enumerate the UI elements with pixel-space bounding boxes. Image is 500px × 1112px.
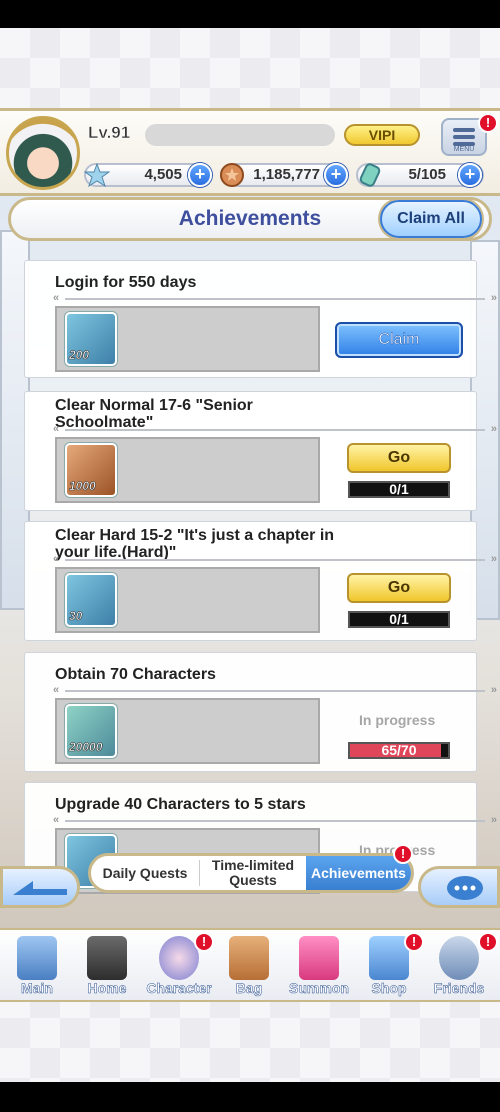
- reward-quantity: 200: [69, 348, 90, 363]
- add-gems-button[interactable]: +: [188, 163, 212, 187]
- reward-quantity: 30: [69, 609, 83, 624]
- nav-label: Shop: [371, 980, 407, 997]
- divider: «»: [53, 292, 497, 304]
- divider: «»: [53, 553, 497, 565]
- player-avatar[interactable]: [6, 116, 80, 190]
- nav-label: Character: [146, 980, 212, 997]
- player-level: Lv.91: [88, 123, 131, 143]
- navigation-bar: [0, 1082, 500, 1112]
- laptop-icon: [87, 936, 127, 980]
- go-button[interactable]: Go: [347, 443, 451, 473]
- quest-card: Clear Hard 15-2 "It's just a chapter in …: [24, 521, 497, 641]
- stamina-value: 5/105: [408, 166, 446, 183]
- menu-alert-badge: !: [478, 113, 498, 133]
- progress-bar: 0/1: [348, 611, 450, 628]
- shop-alert-badge: !: [404, 932, 424, 952]
- divider: «»: [53, 423, 497, 435]
- quest-title: Upgrade 40 Characters to 5 stars: [55, 796, 306, 813]
- nav-label: Home: [87, 980, 127, 997]
- tab-time-limited-quests[interactable]: Time-limited Quests: [200, 856, 306, 890]
- nav-label: Bag: [235, 980, 263, 997]
- nav-label: Friends: [433, 980, 485, 997]
- building-icon: [17, 936, 57, 980]
- gem-star-icon: [84, 162, 110, 188]
- progress-text: 0/1: [389, 481, 409, 497]
- progress-text: 0/1: [389, 611, 409, 627]
- character-icon: [159, 936, 199, 980]
- nav-bag[interactable]: Bag: [214, 930, 284, 1000]
- gems-value: 4,505: [144, 166, 182, 183]
- quest-title: Login for 550 days: [55, 274, 197, 291]
- divider: «»: [53, 684, 497, 696]
- nav-main[interactable]: Main: [2, 930, 72, 1000]
- progress-bar: 65/70: [348, 742, 450, 759]
- quest-title: Clear Hard 15-2 "It's just a chapter in …: [55, 527, 335, 561]
- progress-bar: 0/1: [348, 481, 450, 498]
- add-stamina-button[interactable]: +: [458, 163, 482, 187]
- claim-button[interactable]: Claim: [335, 322, 463, 358]
- claim-all-button[interactable]: Claim All: [380, 200, 482, 238]
- status-bar: [0, 0, 500, 28]
- status-text: In progress: [359, 712, 436, 728]
- bag-icon: [229, 936, 269, 980]
- achievements-alert-badge: !: [393, 844, 413, 864]
- phone-icon: [299, 936, 339, 980]
- menu-label: MENU: [453, 146, 475, 153]
- go-button[interactable]: Go: [347, 573, 451, 603]
- quest-title: Clear Normal 17-6 "Senior Schoolmate": [55, 397, 253, 431]
- quest-tabs: Daily Quests Time-limited Quests Achieve…: [88, 853, 414, 893]
- quest-card: Clear Normal 17-6 "Senior Schoolmate" «»…: [24, 391, 497, 511]
- reward-slot: 30: [55, 567, 320, 633]
- chat-button[interactable]: [418, 866, 500, 908]
- nav-home[interactable]: Home: [72, 930, 142, 1000]
- quest-card: Obtain 70 Characters «» 20000 In progres…: [24, 652, 497, 772]
- vip-badge[interactable]: VIPI: [344, 124, 420, 146]
- tab-daily-quests[interactable]: Daily Quests: [91, 856, 199, 890]
- shopping-cart-icon: [369, 936, 409, 980]
- coin-icon: [220, 163, 244, 187]
- quest-title: Obtain 70 Characters: [55, 666, 216, 683]
- back-arrow-icon: [13, 881, 67, 895]
- reward-slot: 20000: [55, 698, 320, 764]
- nav-label: Summon: [289, 980, 349, 997]
- quest-card: Login for 550 days «» 200 Claim: [24, 260, 497, 378]
- player-name-bar: [145, 124, 335, 146]
- chat-bubble-icon: [447, 876, 483, 900]
- nav-summon[interactable]: Summon: [284, 930, 354, 1000]
- progress-text: 65/70: [381, 742, 417, 758]
- stamina-icon: [359, 163, 381, 187]
- friends-icon: [439, 936, 479, 980]
- character-alert-badge: !: [194, 932, 214, 952]
- divider: «»: [53, 814, 497, 826]
- reward-quantity: 20000: [69, 740, 103, 755]
- coins-value: 1,185,777: [253, 166, 320, 183]
- add-coins-button[interactable]: +: [324, 163, 348, 187]
- friends-alert-badge: !: [478, 932, 498, 952]
- nav-label: Main: [21, 980, 53, 997]
- reward-slot: 200: [55, 306, 320, 372]
- reward-slot: 1000: [55, 437, 320, 503]
- reward-quantity: 1000: [69, 479, 96, 494]
- back-button[interactable]: [0, 866, 80, 908]
